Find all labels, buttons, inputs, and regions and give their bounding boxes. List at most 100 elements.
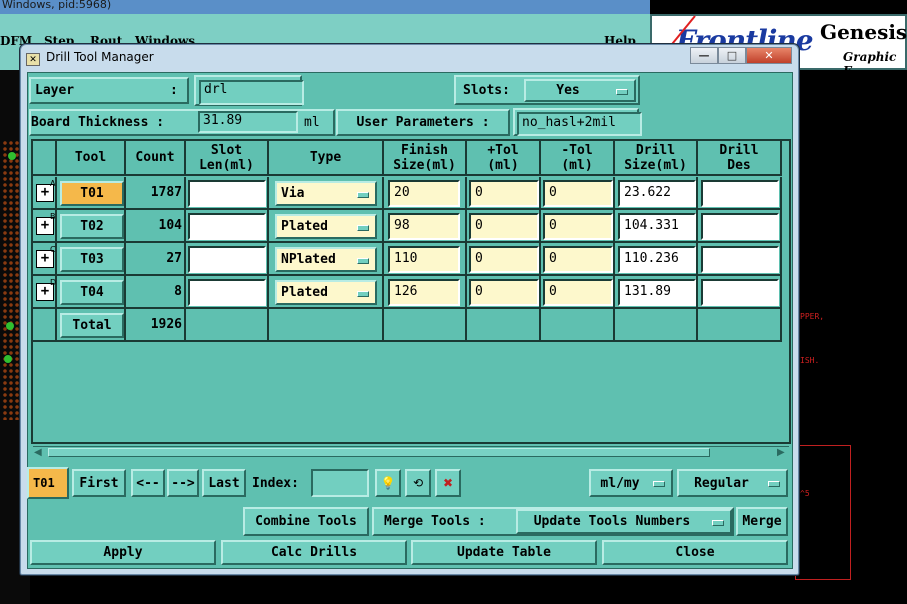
total-label: Total: [60, 313, 124, 338]
index-input[interactable]: [311, 469, 369, 497]
scroll-left-arrow-icon[interactable]: ◀: [34, 447, 42, 458]
calc-drills-button[interactable]: Calc Drills: [221, 540, 407, 565]
app-icon: ✕: [26, 53, 40, 66]
drill-des-input[interactable]: [701, 180, 779, 207]
total-count: 1926: [150, 317, 182, 332]
total-row-cell: [33, 309, 57, 342]
tool-button[interactable]: T02: [60, 214, 124, 239]
slot-length-input[interactable]: [188, 213, 266, 240]
count-value: 27: [166, 251, 182, 266]
pcb-pad: [8, 152, 16, 160]
pcb-pad: [6, 322, 14, 330]
maximize-button[interactable]: □: [718, 47, 746, 64]
tool-button[interactable]: T01: [60, 181, 124, 206]
delete-icon[interactable]: ✖: [435, 469, 461, 497]
merge-tools-label: Merge Tools :: [384, 514, 486, 529]
minus-tol-input[interactable]: 0: [543, 279, 613, 306]
header-tool: Tool: [57, 141, 126, 176]
tool-button[interactable]: T04: [60, 280, 124, 305]
drill-des-input[interactable]: [701, 246, 779, 273]
pcb-outline: [795, 445, 851, 580]
dialog-title: Drill Tool Manager: [46, 50, 154, 64]
lightbulb-icon[interactable]: 💡: [375, 469, 401, 497]
plus-tol-input[interactable]: 0: [469, 246, 539, 273]
close-button[interactable]: Close: [602, 540, 788, 565]
update-tools-numbers-menu[interactable]: Update Tools Numbers: [516, 509, 732, 534]
finish-size-input[interactable]: 20: [388, 180, 460, 207]
minus-tol-input[interactable]: 0: [543, 213, 613, 240]
header-drill-des: Drill Des: [698, 141, 782, 176]
background-window-title: Windows, pid:5968): [0, 0, 650, 14]
header-finish-size: Finish Size(ml): [384, 141, 467, 176]
current-tool-indicator: T01: [27, 467, 69, 499]
layer-label: Layer: [29, 77, 189, 104]
layer-input[interactable]: drl: [199, 80, 304, 105]
layer-field-frame: drl: [194, 75, 304, 106]
total-row-cell: [615, 309, 698, 342]
finish-size-input[interactable]: 126: [388, 279, 460, 306]
logo-subtitle: Graphic E: [843, 50, 897, 78]
slots-option-menu[interactable]: Yes: [524, 79, 636, 102]
layer-colon: :: [170, 83, 178, 98]
drill-size-input[interactable]: 131.89: [618, 279, 696, 306]
plus-tol-input[interactable]: 0: [469, 213, 539, 240]
genesis-logo-text: Genesis: [820, 20, 907, 44]
user-parameters-frame: no_hasl+2mil: [513, 108, 642, 136]
header-count: Count: [126, 141, 186, 176]
tool-button[interactable]: T03: [60, 247, 124, 272]
total-row-cell: [467, 309, 541, 342]
pcb-pad: [4, 355, 12, 363]
header-expand-column: [33, 141, 57, 176]
canvas-note: ISH.: [800, 356, 820, 365]
total-row-cell: [698, 309, 782, 342]
minimize-button[interactable]: —: [690, 47, 718, 64]
last-button[interactable]: Last: [202, 469, 246, 497]
header-minus-tol: -Tol (ml): [541, 141, 615, 176]
minus-tol-input[interactable]: 0: [543, 180, 613, 207]
previous-button[interactable]: <--: [131, 469, 165, 497]
board-thickness-input[interactable]: 31.89: [198, 111, 298, 133]
total-row-cell: [541, 309, 615, 342]
slot-length-input[interactable]: [188, 180, 266, 207]
units-option-menu[interactable]: ml/my: [589, 469, 673, 497]
header-slot-len: Slot Len(ml): [186, 141, 269, 176]
type-option-menu[interactable]: Via: [275, 181, 377, 206]
count-value: 8: [174, 284, 182, 299]
finish-size-input[interactable]: 110: [388, 246, 460, 273]
finish-size-input[interactable]: 98: [388, 213, 460, 240]
scroll-right-arrow-icon[interactable]: ▶: [777, 447, 785, 458]
plus-tol-input[interactable]: 0: [469, 180, 539, 207]
type-option-menu[interactable]: NPlated: [275, 247, 377, 272]
user-parameters-button[interactable]: User Parameters :: [336, 109, 510, 136]
user-parameters-input[interactable]: no_hasl+2mil: [517, 112, 642, 136]
close-window-button[interactable]: ✕: [746, 47, 792, 64]
drill-size-input[interactable]: 23.622: [618, 180, 696, 207]
drill-size-input[interactable]: 110.236: [618, 246, 696, 273]
combine-tools-button[interactable]: Combine Tools: [243, 507, 369, 536]
refresh-icon[interactable]: ⟲: [405, 469, 431, 497]
count-value: 104: [158, 218, 182, 233]
slot-length-input[interactable]: [188, 246, 266, 273]
header-drill-size: Drill Size(ml): [615, 141, 698, 176]
apply-button[interactable]: Apply: [30, 540, 216, 565]
mode-option-menu[interactable]: Regular: [677, 469, 788, 497]
next-button[interactable]: -->: [167, 469, 199, 497]
type-option-menu[interactable]: Plated: [275, 280, 377, 305]
drill-size-input[interactable]: 104.331: [618, 213, 696, 240]
first-button[interactable]: First: [72, 469, 126, 497]
scrollbar-thumb[interactable]: [48, 448, 710, 457]
slot-length-input[interactable]: [188, 279, 266, 306]
canvas-note: PPER,: [800, 312, 825, 321]
canvas-note: ^5: [800, 489, 810, 498]
plus-tol-input[interactable]: 0: [469, 279, 539, 306]
board-thickness-unit: ml: [304, 115, 320, 130]
merge-button[interactable]: Merge: [736, 507, 788, 536]
drill-des-input[interactable]: [701, 213, 779, 240]
total-row-cell: [269, 309, 384, 342]
update-table-button[interactable]: Update Table: [411, 540, 597, 565]
minus-tol-input[interactable]: 0: [543, 246, 613, 273]
total-row-cell: [186, 309, 269, 342]
drill-des-input[interactable]: [701, 279, 779, 306]
type-option-menu[interactable]: Plated: [275, 214, 377, 239]
header-plus-tol: +Tol (ml): [467, 141, 541, 176]
